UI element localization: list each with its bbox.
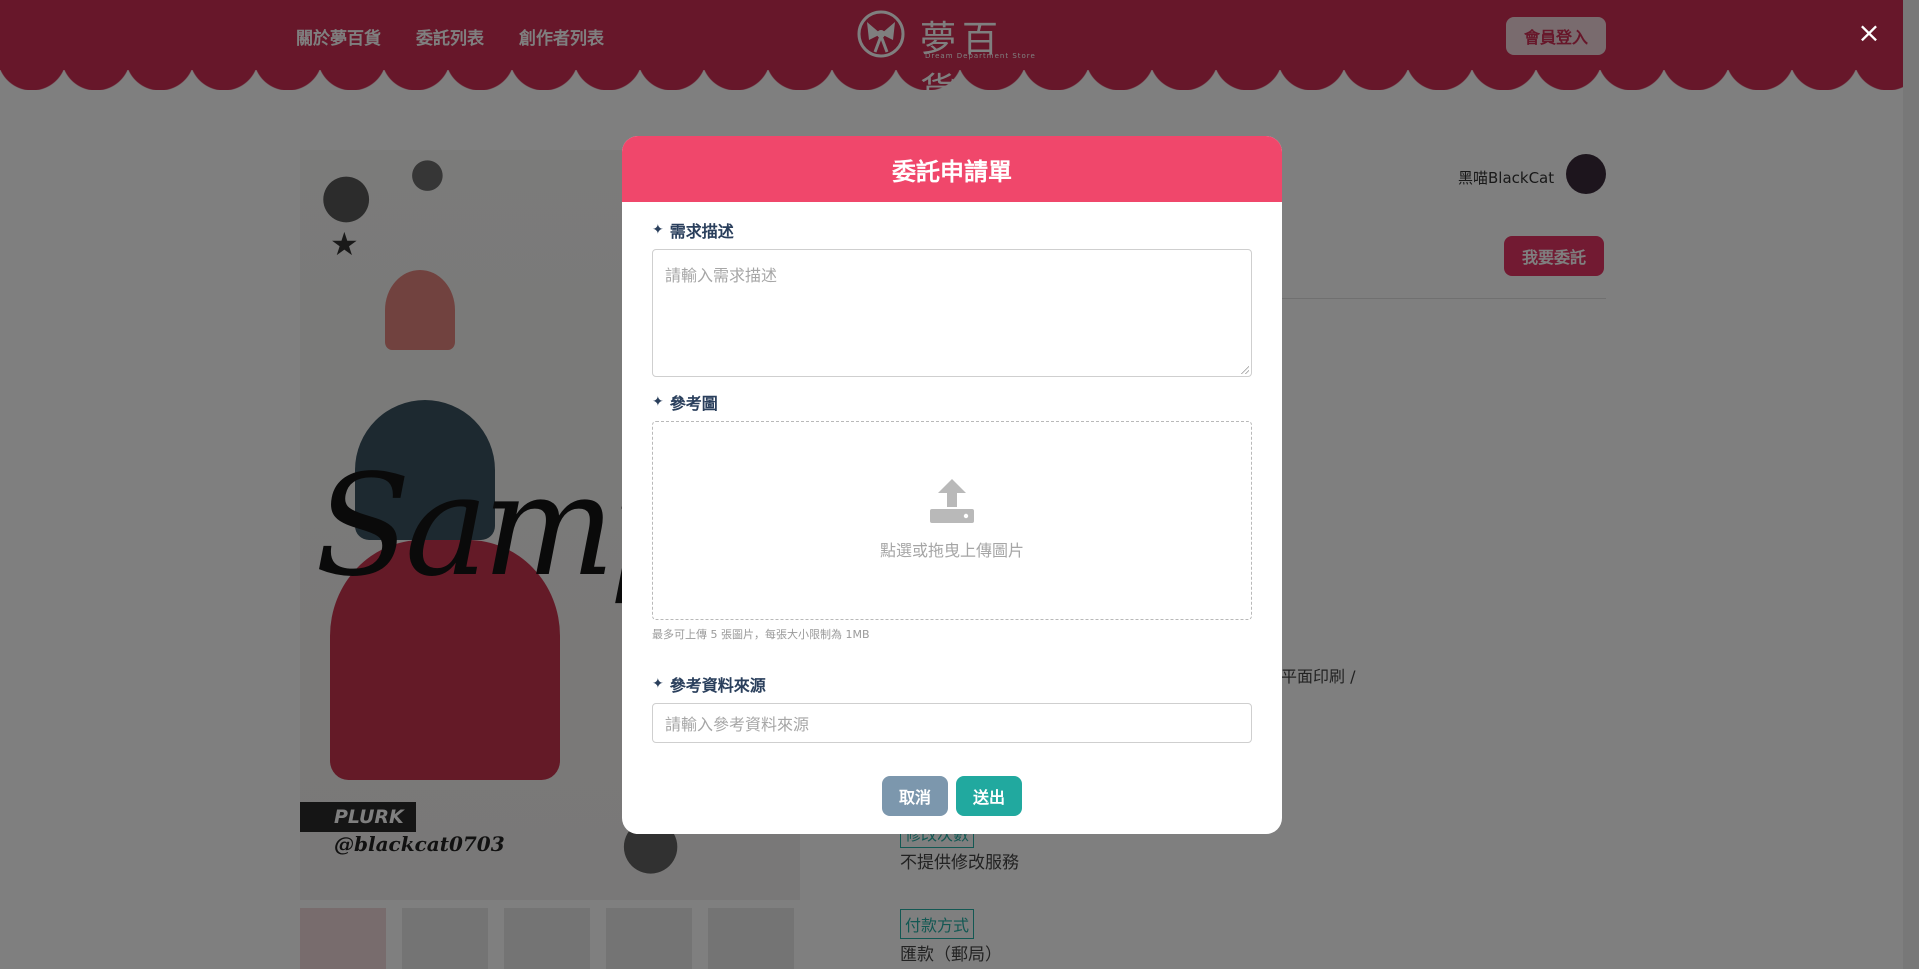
sparkle-icon: ✦: [652, 222, 664, 238]
source-placeholder: 請輸入參考資料來源: [665, 715, 810, 734]
image-upload-dropzone[interactable]: 點選或拖曳上傳圖片: [652, 421, 1252, 620]
resize-handle-icon[interactable]: [1241, 366, 1249, 374]
commission-request-modal: 委託申請單 ✦ 需求描述 請輸入需求描述 ✦ 參考圖 點選或拖曳上傳圖片 最多可…: [622, 136, 1282, 834]
upload-icon: [930, 478, 974, 523]
reference-label: ✦ 參考圖: [652, 390, 718, 414]
submit-button[interactable]: 送出: [956, 776, 1022, 816]
description-label-text: 需求描述: [669, 222, 734, 241]
upload-hint: 最多可上傳 5 張圖片，每張大小限制為 1MB: [652, 628, 870, 641]
cancel-button[interactable]: 取消: [882, 776, 948, 816]
description-textarea[interactable]: 請輸入需求描述: [652, 249, 1252, 377]
reference-label-text: 參考圖: [669, 394, 718, 413]
description-label: ✦ 需求描述: [652, 218, 734, 242]
close-icon[interactable]: ×: [1856, 19, 1882, 47]
sparkle-icon: ✦: [652, 394, 664, 410]
sparkle-icon: ✦: [652, 676, 664, 692]
modal-title: 委託申請單: [622, 136, 1282, 202]
source-input[interactable]: 請輸入參考資料來源: [652, 703, 1252, 743]
upload-text: 點選或拖曳上傳圖片: [879, 540, 1024, 560]
modal-actions: 取消 送出: [622, 776, 1282, 816]
description-placeholder: 請輸入需求描述: [665, 266, 778, 285]
source-label-text: 參考資料來源: [669, 676, 766, 695]
source-label: ✦ 參考資料來源: [652, 672, 766, 696]
